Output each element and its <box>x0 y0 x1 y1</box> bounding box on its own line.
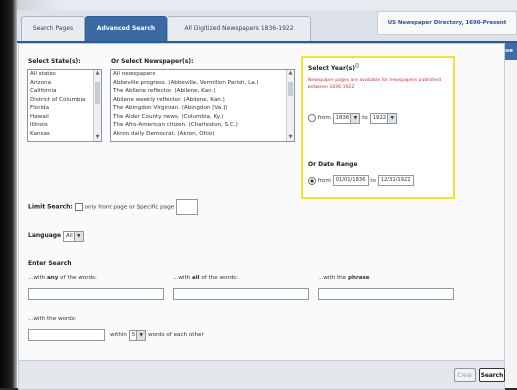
list-item[interactable]: Hawaii <box>28 113 101 122</box>
list-item[interactable]: Illinois <box>28 121 101 130</box>
tab-all-digitized-newspapers[interactable]: All Digitized Newspapers 1836-1922 <box>167 16 311 41</box>
phrase-label: ...with the phrase <box>318 275 370 281</box>
to-label: to <box>370 178 376 184</box>
list-item[interactable]: District of Columbia <box>28 96 101 105</box>
proximity-row: within 5 ▼ words of each other <box>110 330 204 341</box>
year-range-note: Newspaper pages are available for newspa… <box>308 78 441 90</box>
list-item[interactable]: All newspapers <box>111 70 294 79</box>
front-page-option-label: only front page or Specific page <box>84 204 175 211</box>
date-to-input[interactable]: 12/31/1922 <box>377 175 414 186</box>
scroll-thumb[interactable] <box>95 82 100 104</box>
select-years-label: Select Year(s)ⓘ <box>308 63 359 72</box>
year-selection-box: Select Year(s)ⓘ Newspaper pages are avai… <box>301 56 455 199</box>
scroll-thumb[interactable] <box>288 82 293 96</box>
advanced-search-panel: Select State(s): All states Arizona Cali… <box>18 43 505 390</box>
form-footer: Clear Search <box>19 360 505 389</box>
newspapers-listbox[interactable]: All newspapers Abbeville progress. (Abbe… <box>110 69 295 142</box>
scroll-down-icon[interactable]: ▼ <box>287 134 294 141</box>
scroll-down-icon[interactable]: ▼ <box>94 134 101 141</box>
date-range-row: from 01/01/1836 to 12/31/1922 <box>308 175 414 186</box>
any-words-input[interactable] <box>28 288 164 300</box>
list-item[interactable]: The Alder County news. (Columbia, Ky.) <box>111 113 294 122</box>
chevron-down-icon: ▼ <box>350 114 360 123</box>
states-scrollbar[interactable]: ▲ ▼ <box>93 70 101 141</box>
search-button[interactable]: Search <box>479 368 505 382</box>
list-item[interactable]: Kansas <box>28 130 101 139</box>
from-label: from <box>317 115 331 121</box>
states-label: Select State(s): <box>28 58 81 65</box>
list-item[interactable]: Florida <box>28 104 101 113</box>
scroll-up-icon[interactable]: ▲ <box>94 70 101 77</box>
newspapers-scrollbar[interactable]: ▲ ▼ <box>286 70 294 141</box>
date-from-input[interactable]: 01/01/1836 <box>332 175 369 186</box>
list-item[interactable]: The Afro-American citizen. (Charleston, … <box>111 121 294 130</box>
list-item[interactable]: California <box>28 87 101 96</box>
scroll-up-icon[interactable]: ▲ <box>287 70 294 77</box>
near-words-label: ...with the words: <box>28 316 77 322</box>
list-item[interactable]: Abbeville progress. (Abbeville, Vermilio… <box>111 79 294 88</box>
to-label: to <box>362 115 368 121</box>
language-label: Language <box>28 232 62 239</box>
each-other-label: words of each other <box>147 332 204 338</box>
list-item[interactable]: Akron daily Democrat. (Akron, Ohio) <box>111 130 294 139</box>
to-year-select[interactable]: 1922 ▼ <box>369 113 398 124</box>
date-range-label: Or Date Range <box>308 161 358 168</box>
clear-button[interactable]: Clear <box>454 368 476 382</box>
limit-search-row: Limit Search: only front page or Specifi… <box>28 199 199 215</box>
chevron-down-icon: ▼ <box>73 232 83 241</box>
phrase-input[interactable] <box>318 288 454 300</box>
limit-search-label: Limit Search: <box>28 203 73 211</box>
all-words-input[interactable] <box>173 288 309 300</box>
from-label: from <box>317 178 331 184</box>
list-item[interactable]: All states <box>28 70 101 79</box>
chevron-down-icon: ▼ <box>387 114 397 123</box>
tab-search-pages[interactable]: Search Pages <box>21 16 85 41</box>
any-words-label: ...with any of the words: <box>28 275 97 281</box>
front-page-checkbox[interactable] <box>74 203 83 211</box>
all-words-label: ...with all of the words: <box>173 275 239 281</box>
date-range-radio[interactable] <box>308 176 316 185</box>
proximity-select[interactable]: 5 ▼ <box>128 330 147 341</box>
language-row: Language All ▼ <box>28 231 84 242</box>
newspapers-label: Or Select Newspaper(s): <box>111 58 194 65</box>
year-range-radio[interactable] <box>308 113 316 122</box>
from-year-select[interactable]: 1836 ▼ <box>332 113 361 124</box>
states-listbox[interactable]: All states Arizona California District o… <box>27 69 102 142</box>
list-item[interactable]: The Abingdon Virginian. (Abingdon [Va.]) <box>111 104 294 113</box>
page-number-input[interactable] <box>176 199 199 215</box>
tab-bar: Search Pages Advanced Search All Digitiz… <box>17 10 517 43</box>
list-item[interactable]: The Abilene reflector. (Abilene, Kan.) <box>111 87 294 96</box>
search-window: Search Pages Advanced Search All Digitiz… <box>17 10 517 390</box>
language-select[interactable]: All ▼ <box>63 231 84 242</box>
list-item[interactable]: Arizona <box>28 79 101 88</box>
chevron-down-icon: ▼ <box>136 331 146 340</box>
newspaper-directory-link[interactable]: US Newspaper Directory, 1690-Present <box>377 11 517 35</box>
within-label: within <box>110 332 127 338</box>
enter-search-label: Enter Search <box>28 260 72 267</box>
list-item[interactable]: Abilene weekly reflector. (Abilene, Kan.… <box>111 96 294 105</box>
tab-advanced-search[interactable]: Advanced Search <box>85 16 167 41</box>
year-range-row: from 1836 ▼ to 1922 ▼ <box>308 113 398 124</box>
near-words-input[interactable] <box>28 329 105 341</box>
